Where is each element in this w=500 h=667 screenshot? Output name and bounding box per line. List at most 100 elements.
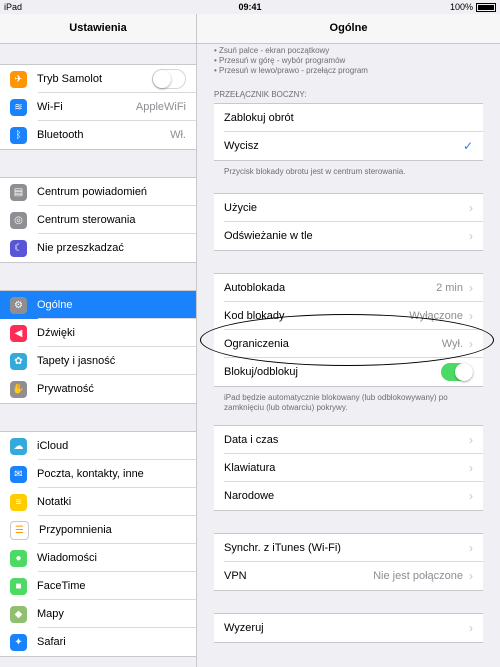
sidebar-item-label: Ogólne: [37, 299, 73, 311]
row-label: Wyzeruj: [224, 622, 264, 634]
row-label: Zablokuj obrót: [224, 112, 294, 124]
lock-group: Autoblokada 2 min › Kod blokady Wyłączon…: [214, 273, 483, 387]
chevron-right-icon: ›: [469, 489, 473, 503]
row-label: Data i czas: [224, 434, 279, 446]
row-usage[interactable]: Użycie ›: [214, 194, 483, 222]
row-label: Ograniczenia: [224, 338, 289, 350]
sidebar-item-label: Mapy: [37, 608, 64, 620]
sidebar-item[interactable]: ✈ Tryb Samolot: [0, 65, 196, 93]
sidebar-item[interactable]: ✿ Tapety i jasność: [0, 347, 196, 375]
row-itunes-sync[interactable]: Synchr. z iTunes (Wi-Fi) ›: [214, 534, 483, 562]
control-center-icon: ◎: [10, 211, 27, 229]
sidebar-item[interactable]: ⚙ Ogólne: [0, 291, 196, 319]
reminders-icon: ☰: [10, 520, 29, 540]
sidebar-item-label: iCloud: [37, 440, 69, 452]
settings-sidebar: Ustawienia ✈ Tryb Samolot ≋ Wi-Fi AppleWiFi ᛒ…: [0, 14, 197, 667]
battery-icon: [476, 2, 496, 12]
page-title: Ogólne: [197, 14, 500, 44]
status-bar: iPad 09:41 100%: [0, 0, 500, 14]
row-background-refresh[interactable]: Odświeżanie w tle ›: [214, 222, 483, 250]
cloud-icon: ☁: [10, 437, 27, 455]
usage-group: Użycie › Odświeżanie w tle ›: [214, 193, 483, 251]
row-value: 2 min: [436, 282, 463, 294]
sidebar-item-label: Przypomnienia: [39, 524, 112, 536]
sidebar-item-label: Prywatność: [37, 383, 94, 395]
row-date-time[interactable]: Data i czas ›: [214, 426, 483, 454]
sidebar-item[interactable]: ≋ Wi-Fi AppleWiFi: [0, 93, 196, 121]
sidebar-item[interactable]: ✦ Safari: [0, 628, 196, 656]
row-lock-unlock: Blokuj/odblokuj: [214, 358, 483, 386]
gesture-hints: • Zsuń palce - ekran początkowy • Przesu…: [214, 46, 483, 76]
sidebar-item-label: Tryb Samolot: [37, 73, 103, 85]
sidebar-item-label: FaceTime: [37, 580, 86, 592]
row-vpn[interactable]: VPN Nie jest połączone ›: [214, 562, 483, 590]
row-auto-lock[interactable]: Autoblokada 2 min ›: [214, 274, 483, 302]
chevron-right-icon: ›: [469, 461, 473, 475]
sidebar-item-label: Wiadomości: [37, 552, 97, 564]
sidebar-item[interactable]: ☾ Nie przeszkadzać: [0, 234, 196, 262]
chevron-right-icon: ›: [469, 621, 473, 635]
side-switch-lock-rotation[interactable]: Zablokuj obrót: [214, 104, 483, 132]
chevron-right-icon: ›: [469, 433, 473, 447]
sidebar-item[interactable]: ▤ Centrum powiadomień: [0, 178, 196, 206]
row-label: Synchr. z iTunes (Wi-Fi): [224, 542, 341, 554]
sidebar-title: Ustawienia: [0, 14, 196, 44]
maps-icon: ◆: [10, 605, 27, 623]
mail-icon: ✉: [10, 465, 27, 483]
bluetooth-icon: ᛒ: [10, 126, 27, 144]
sidebar-item[interactable]: ☁ iCloud: [0, 432, 196, 460]
sidebar-item[interactable]: ◎ Centrum sterowania: [0, 206, 196, 234]
row-label: Klawiatura: [224, 462, 276, 474]
sidebar-item[interactable]: ≡ Notatki: [0, 488, 196, 516]
sidebar-group: ✈ Tryb Samolot ≋ Wi-Fi AppleWiFi ᛒ Bluetooth Wł…: [0, 64, 196, 150]
row-label: Kod blokady: [224, 310, 285, 322]
row-value: Wył.: [441, 338, 463, 350]
sidebar-item[interactable]: ◀ Dźwięki: [0, 319, 196, 347]
row-passcode-lock[interactable]: Kod blokady Wyłączone ›: [214, 302, 483, 330]
sidebar-item[interactable]: ✋ Prywatność: [0, 375, 196, 403]
gear-icon: ⚙: [10, 296, 27, 314]
general-content: • Zsuń palce - ekran początkowy • Przesu…: [214, 44, 483, 643]
facetime-icon: ■: [10, 577, 27, 595]
sidebar-item[interactable]: ☰ Przypomnienia: [0, 516, 196, 544]
sidebar-item[interactable]: ● Wiadomości: [0, 544, 196, 572]
chevron-right-icon: ›: [469, 229, 473, 243]
clock: 09:41: [238, 2, 262, 12]
row-restrictions[interactable]: Ograniczenia Wył. ›: [214, 330, 483, 358]
row-reset[interactable]: Wyzeruj ›: [214, 614, 483, 642]
airplane-icon: ✈: [10, 70, 27, 88]
checkmark-icon: ✓: [462, 139, 473, 153]
sidebar-group: ▤ Centrum powiadomień ◎ Centrum sterowania ☾…: [0, 177, 196, 263]
safari-icon: ✦: [10, 633, 27, 651]
notification-center-icon: ▤: [10, 183, 27, 201]
wifi-icon: ≋: [10, 98, 27, 116]
battery-status: 100%: [450, 2, 496, 12]
sidebar-item[interactable]: ✉ Poczta, kontakty, inne: [0, 460, 196, 488]
side-switch-mute[interactable]: Wycisz ✓: [214, 132, 483, 160]
lock-footer: iPad będzie automatycznie blokowany (lub…: [224, 393, 448, 412]
chevron-right-icon: ›: [469, 569, 473, 583]
messages-icon: ●: [10, 549, 27, 567]
sidebar-item[interactable]: ◆ Mapy: [0, 600, 196, 628]
toggle-knob: [455, 363, 473, 381]
row-international[interactable]: Narodowe ›: [214, 482, 483, 510]
sidebar-group: ⚙ Ogólne ◀ Dźwięki ✿ Tapety i jasność ✋ Prywatn…: [0, 290, 196, 404]
row-keyboard[interactable]: Klawiatura ›: [214, 454, 483, 482]
speaker-icon: ◀: [10, 324, 27, 342]
sidebar-item[interactable]: ᛒ Bluetooth Wł.: [0, 121, 196, 149]
side-switch-header: PRZEŁĄCZNIK BOCZNY:: [214, 90, 307, 99]
sidebar-item-label: Bluetooth: [37, 129, 84, 141]
side-switch-group: Zablokuj obrót Wycisz ✓: [214, 103, 483, 161]
airplane-mode-switch[interactable]: [152, 69, 186, 89]
sidebar-item-label: Safari: [37, 636, 66, 648]
general-pane: Ogólne • Zsuń palce - ekran początkowy •…: [197, 14, 500, 667]
chevron-right-icon: ›: [469, 201, 473, 215]
row-label: Narodowe: [224, 490, 275, 502]
lock-unlock-toggle[interactable]: [441, 363, 473, 381]
reset-group: Wyzeruj ›: [214, 613, 483, 643]
row-label: Użycie: [224, 202, 258, 214]
sidebar-item[interactable]: ■ FaceTime: [0, 572, 196, 600]
side-switch-footer: Przycisk blokady obrotu jest w centrum s…: [224, 167, 406, 176]
flower-icon: ✿: [10, 352, 27, 370]
chevron-right-icon: ›: [469, 309, 473, 323]
